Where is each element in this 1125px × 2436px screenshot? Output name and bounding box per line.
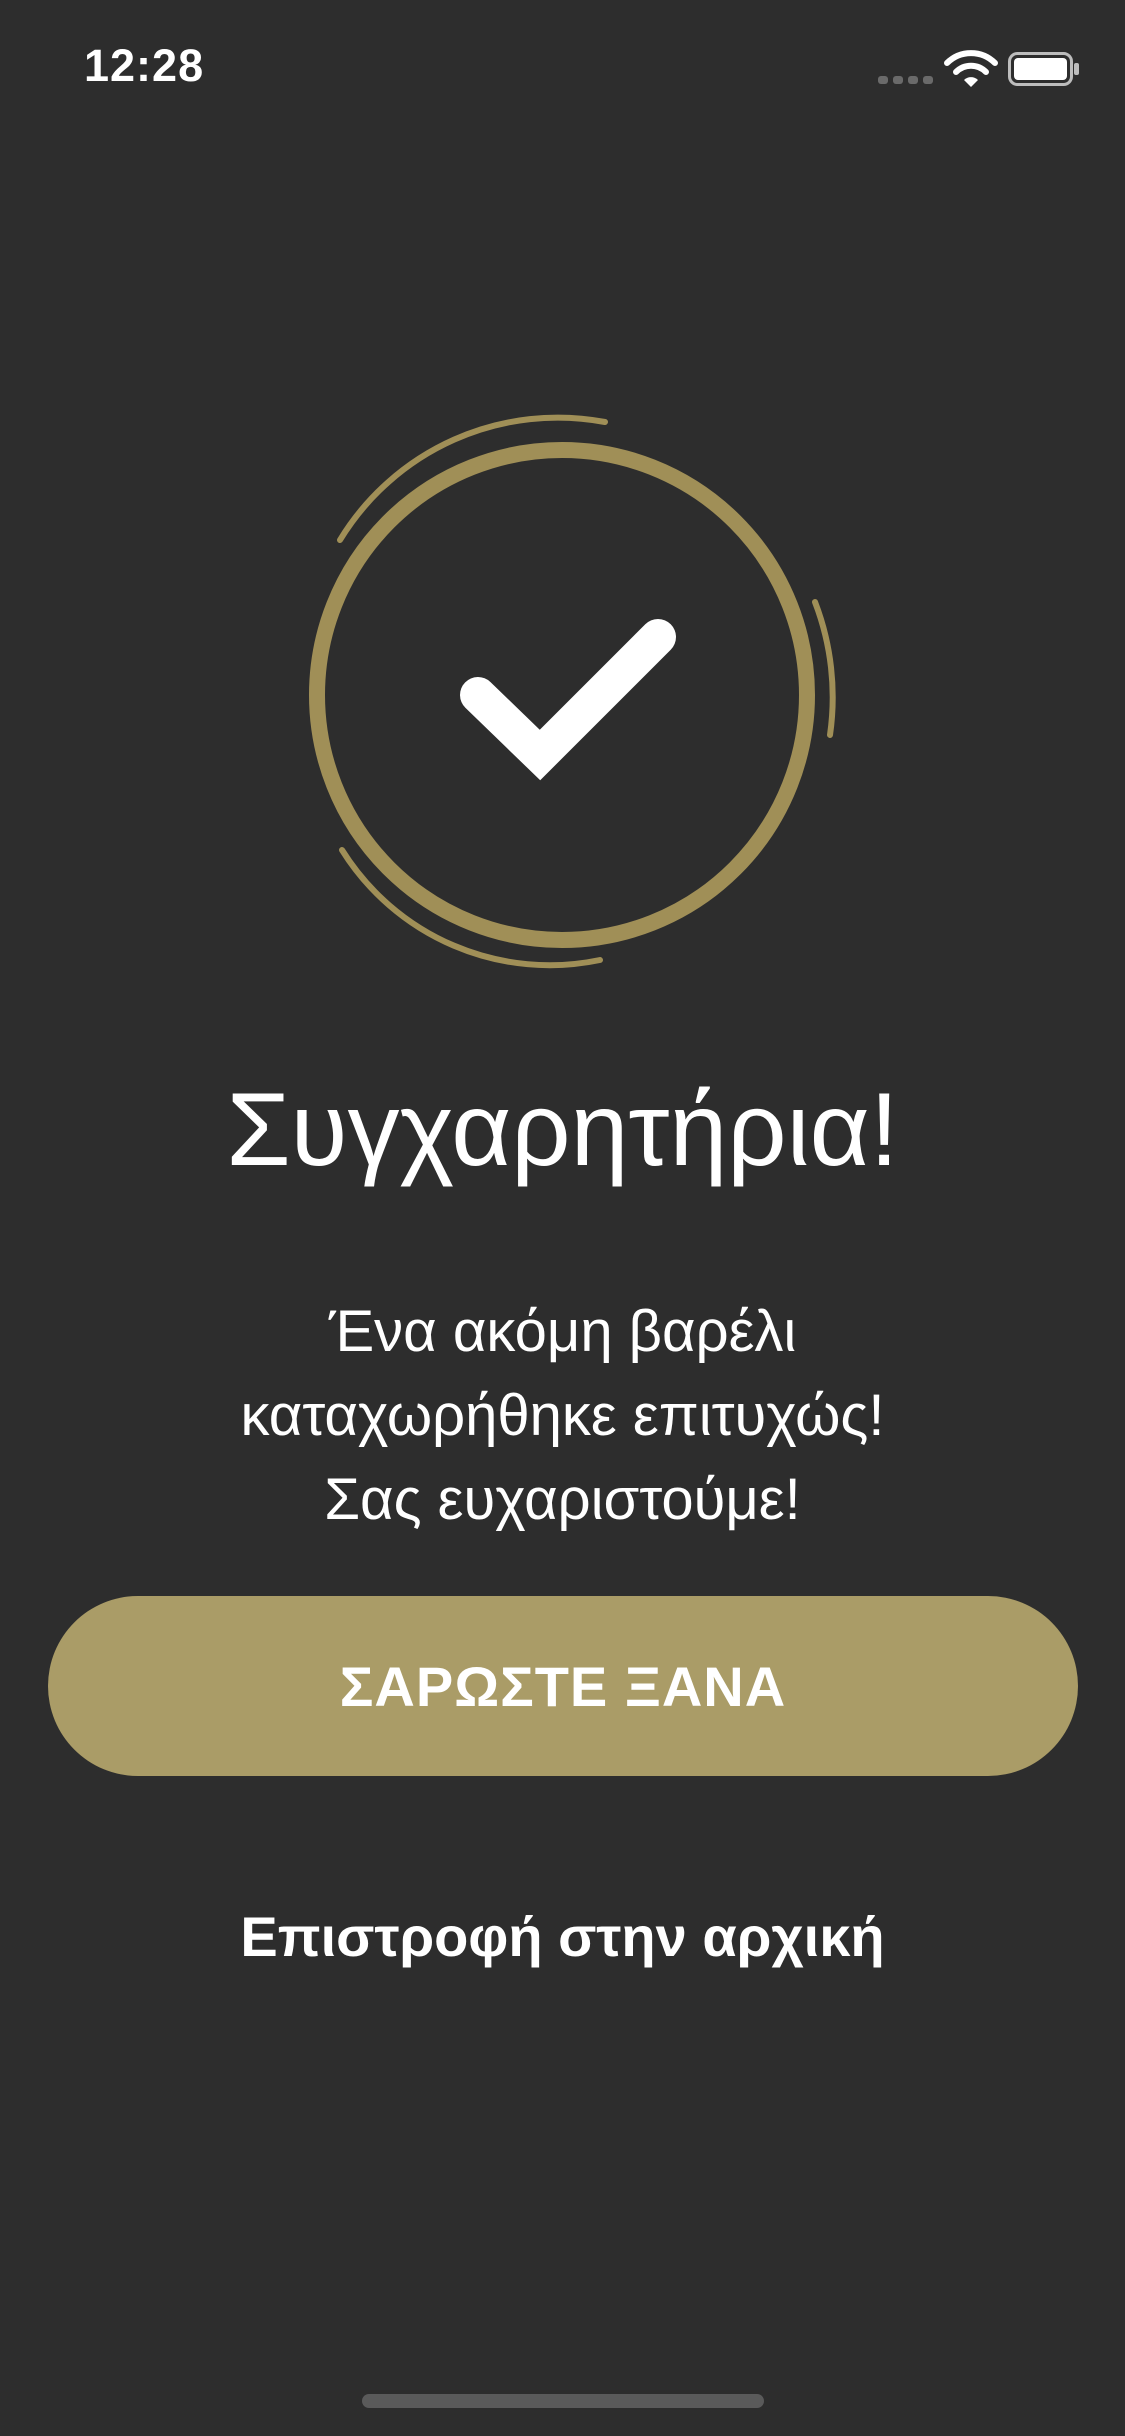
status-time: 12:28 — [84, 40, 205, 91]
battery-icon — [1008, 52, 1079, 86]
checkmark-icon — [460, 619, 676, 781]
status-bar: 12:28 — [0, 0, 1125, 140]
success-icon — [309, 414, 836, 969]
scan-again-button[interactable]: ΣΑΡΩΣΤΕ ΞΑΝΑ — [48, 1596, 1078, 1776]
wifi-icon — [944, 50, 998, 87]
return-home-link[interactable]: Επιστροφή στην αρχική — [0, 1904, 1125, 1969]
home-indicator[interactable] — [362, 2394, 764, 2408]
success-message: Ένα ακόμη βαρέλι καταχωρήθηκε επιτυχώς! … — [100, 1290, 1025, 1542]
success-message-line: καταχωρήθηκε επιτυχώς! — [240, 1383, 885, 1448]
page-title: Συγχαρητήρια! — [226, 1072, 899, 1188]
signal-icon — [878, 76, 933, 84]
success-message-line: Σας ευχαριστούμε! — [324, 1467, 801, 1532]
success-message-line: Ένα ακόμη βαρέλι — [328, 1299, 797, 1364]
